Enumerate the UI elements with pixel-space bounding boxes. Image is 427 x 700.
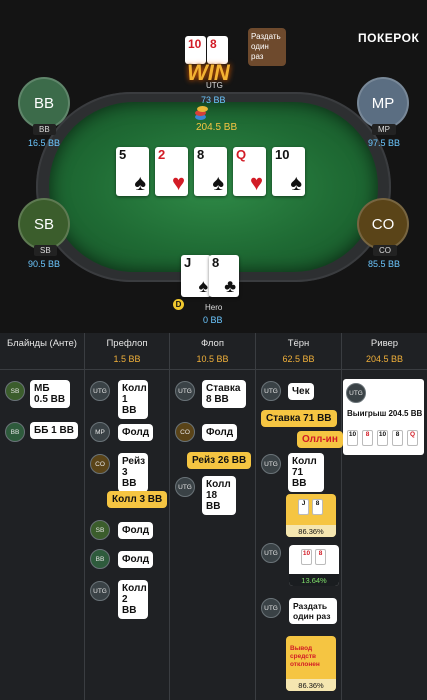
- action-preflop-4[interactable]: Фолд: [118, 522, 154, 539]
- seat-sb[interactable]: SB: [18, 198, 70, 250]
- action-preflop-1[interactable]: Колл 1 BB: [118, 380, 148, 419]
- action-blind-bb[interactable]: ББ 1 BB: [30, 422, 78, 439]
- board-card-2: 2 ♥: [155, 147, 188, 196]
- avatar-bb-preflop: BB: [90, 549, 110, 569]
- river-result: UTG Выигрыш 204.5 BB 10 8 10 8 Q: [343, 379, 424, 455]
- hand-replay: ПОКЕРОК 10 8 WIN Раздать один раз UTG 73…: [0, 0, 427, 700]
- board-card-3: 8 ♠: [194, 147, 227, 196]
- hero-equity-mini-2: 8: [312, 499, 323, 515]
- river-card-2: 8: [362, 430, 373, 446]
- seat-mp-stack: 97.5 BB: [368, 138, 401, 148]
- avatar-utg-turn-2: UTG: [261, 454, 281, 474]
- river-card-1: 10: [347, 430, 358, 446]
- cashout-equity-value: 86.36%: [286, 679, 336, 691]
- header-turn: Тёрн 62.5 BB: [282, 338, 315, 364]
- run-it-once-bubble: Раздать один раз: [248, 28, 286, 66]
- history-header: Блайнды (Анте) Префлоп 1.5 BB Флоп 10.5 BB…: [0, 333, 427, 370]
- action-flop-3[interactable]: Колл 18 BB: [202, 476, 236, 515]
- hero-equity-mini-1: J: [298, 499, 309, 515]
- header-preflop: Префлоп 1.5 BB: [106, 338, 148, 364]
- avatar-utg: UTG: [90, 381, 110, 401]
- action-turn-runonce[interactable]: Раздать один раз: [289, 598, 337, 624]
- header-blinds: Блайнды (Анте): [7, 338, 77, 349]
- action-history: Блайнды (Анте) Префлоп 1.5 BB Флоп 10.5 BB…: [0, 333, 427, 700]
- avatar-sb: SB: [5, 381, 25, 401]
- avatar-utg-flop-2: UTG: [175, 477, 195, 497]
- action-flop-2[interactable]: Фолд: [202, 424, 238, 441]
- board-card-5: 10 ♠: [272, 147, 305, 196]
- utg-equity-mini-2: 8: [315, 549, 326, 565]
- seat-bb-name: BB: [33, 124, 56, 135]
- hero-equity-value: 86.36%: [286, 525, 336, 537]
- avatar-utg-turn-4: UTG: [261, 598, 281, 618]
- cashout-rejected-label: Вывод средств отклонен: [290, 645, 320, 668]
- avatar-utg-turn: UTG: [261, 381, 281, 401]
- seat-co-name: CO: [373, 245, 397, 256]
- dealer-button-icon: D: [173, 299, 184, 310]
- utg-name: UTG: [206, 81, 223, 90]
- seat-sb-stack: 90.5 BB: [28, 259, 61, 269]
- board-card-4: Q ♥: [233, 147, 266, 196]
- hero-name: Hero: [205, 303, 223, 312]
- seat-mp[interactable]: MP: [357, 77, 409, 129]
- avatar-bb: BB: [5, 422, 25, 442]
- action-blind-sb[interactable]: МБ 0.5 BB: [30, 380, 70, 408]
- seat-bb[interactable]: BB: [18, 77, 70, 129]
- seat-mp-name: MP: [372, 124, 396, 135]
- action-preflop-5[interactable]: Фолд: [118, 551, 154, 568]
- avatar-co: CO: [90, 454, 110, 474]
- pot-amount: 204.5 BB: [196, 122, 238, 133]
- avatar-co-flop: CO: [175, 422, 195, 442]
- brand-logo: ПОКЕРОК: [358, 31, 420, 45]
- avatar-utg-turn-3: UTG: [261, 543, 281, 563]
- river-card-4: 8: [392, 430, 403, 446]
- avatar-sb-preflop: SB: [90, 520, 110, 540]
- action-turn-hero-bet[interactable]: Ставка 71 BB: [261, 410, 337, 427]
- utg-equity-value: 13.64%: [289, 574, 339, 586]
- header-flop: Флоп 10.5 BB: [196, 338, 229, 364]
- poker-table-area: ПОКЕРОК 10 8 WIN Раздать один раз UTG 73…: [0, 0, 427, 333]
- action-flop-1[interactable]: Ставка 8 BB: [202, 380, 246, 408]
- action-preflop-3[interactable]: Рейз 3 BB: [118, 453, 148, 492]
- river-win-text: Выигрыш 204.5 BB: [347, 409, 423, 418]
- utg-equity-card: 10 8 13.64%: [289, 545, 339, 586]
- seat-co[interactable]: CO: [357, 198, 409, 250]
- hero-stack: 0 BB: [203, 315, 223, 325]
- action-turn-hero-allin[interactable]: Олл-ин: [297, 431, 343, 448]
- seat-bb-stack: 16.5 BB: [28, 138, 61, 148]
- board-card-1: 5 ♠: [116, 147, 149, 196]
- action-preflop-6[interactable]: Колл 2 BB: [118, 580, 148, 619]
- hero-card-2: 8 ♣: [209, 255, 239, 297]
- action-flop-hero-raise[interactable]: Рейз 26 BB: [187, 452, 252, 469]
- avatar-utg-flop: UTG: [175, 381, 195, 401]
- avatar-utg-river: UTG: [346, 383, 366, 403]
- header-river: Ривер 204.5 BB: [365, 338, 404, 364]
- river-card-5: Q: [407, 430, 418, 446]
- action-turn-1[interactable]: Чек: [288, 383, 314, 400]
- utg-equity-mini-1: 10: [301, 549, 312, 565]
- river-card-3: 10: [377, 430, 388, 446]
- action-turn-2[interactable]: Колл 71 BB: [288, 453, 324, 492]
- action-preflop-2[interactable]: Фолд: [118, 424, 154, 441]
- hero-equity-card: J 8 86.36%: [286, 494, 336, 537]
- pot-chips-icon: [195, 104, 209, 120]
- hero-card-1: J ♠: [181, 255, 211, 297]
- seat-sb-name: SB: [34, 245, 57, 256]
- cashout-rejected-card: Вывод средств отклонен 86.36%: [286, 636, 336, 691]
- seat-co-stack: 85.5 BB: [368, 259, 401, 269]
- action-preflop-hero-call[interactable]: Колл 3 BB: [107, 491, 168, 508]
- avatar-mp: MP: [90, 422, 110, 442]
- avatar-utg-preflop-2: UTG: [90, 581, 110, 601]
